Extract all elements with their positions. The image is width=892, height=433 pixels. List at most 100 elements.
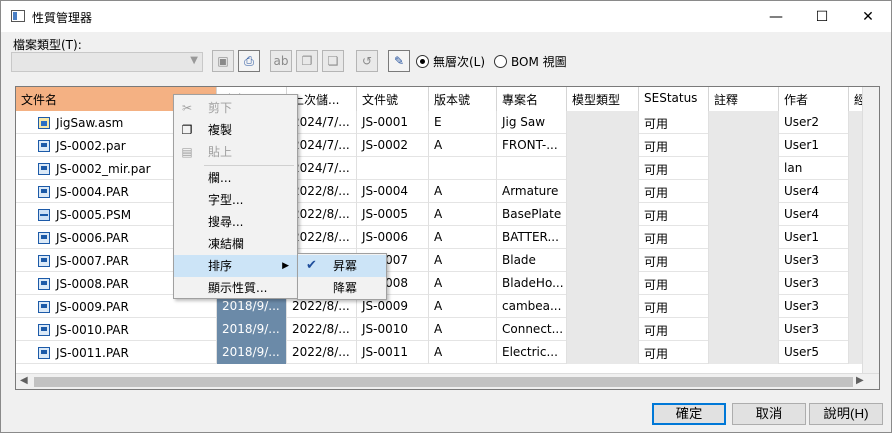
table-row[interactable]: JS-0002.par 2024/7/... JS-0002 A FRONT-... 可用… xyxy=(16,134,879,157)
properties-grid[interactable]: 文件名建立日期上次儲...文件號版本號專案名模型類型SEStatus註釋作者經 … xyxy=(15,86,880,390)
table-cell[interactable]: 可用 xyxy=(639,157,709,180)
table-row[interactable]: JS-0002_mir.par 2024/7/... 可用 lan xyxy=(16,157,879,180)
table-cell[interactable]: User4 xyxy=(779,180,849,203)
table-cell[interactable] xyxy=(709,180,779,203)
menu-item-freeze[interactable]: 凍結欄 xyxy=(174,233,297,255)
table-cell[interactable]: 可用 xyxy=(639,226,709,249)
table-cell[interactable] xyxy=(709,341,779,364)
table-cell[interactable]: A xyxy=(429,318,497,341)
table-cell[interactable]: User5 xyxy=(779,341,849,364)
table-cell[interactable]: BasePlate xyxy=(497,203,567,226)
table-cell[interactable]: 可用 xyxy=(639,295,709,318)
table-cell[interactable] xyxy=(567,157,639,180)
table-cell[interactable]: 可用 xyxy=(639,272,709,295)
table-cell[interactable]: JS-0010 xyxy=(357,318,429,341)
table-cell[interactable]: A xyxy=(429,226,497,249)
table-cell[interactable]: JS-0011 xyxy=(357,341,429,364)
table-cell[interactable] xyxy=(567,272,639,295)
table-cell[interactable]: User2 xyxy=(779,111,849,134)
vertical-scrollbar[interactable] xyxy=(862,87,879,373)
table-cell[interactable]: JS-0005 xyxy=(357,203,429,226)
menu-item-ascending[interactable]: ✔ 昇冪 xyxy=(298,255,386,277)
menu-item-search[interactable]: 搜尋... xyxy=(174,211,297,233)
table-cell[interactable]: User3 xyxy=(779,295,849,318)
menu-item-paste[interactable]: ▤ 貼上 xyxy=(174,141,297,163)
table-cell[interactable] xyxy=(567,249,639,272)
table-row[interactable]: JS-0005.PSM 2022/8/... JS-0005 A BasePlate 可用… xyxy=(16,203,879,226)
table-cell[interactable]: Jig Saw xyxy=(497,111,567,134)
table-row[interactable]: JS-0009.PAR 2018/9/... 2022/8/... JS-0009 Ac… xyxy=(16,295,879,318)
table-cell[interactable]: User4 xyxy=(779,203,849,226)
table-cell[interactable]: 2018/9/... xyxy=(217,318,287,341)
file-type-dropdown[interactable]: ▼ xyxy=(11,52,203,72)
menu-item-columns[interactable]: 欄... xyxy=(174,167,297,189)
table-cell[interactable]: JS-0001 xyxy=(357,111,429,134)
table-cell[interactable] xyxy=(567,180,639,203)
table-cell[interactable]: BATTER... xyxy=(497,226,567,249)
table-cell[interactable]: Connect... xyxy=(497,318,567,341)
column-header[interactable]: 作者 xyxy=(779,87,849,111)
table-cell[interactable] xyxy=(709,134,779,157)
table-cell[interactable]: 2022/8/... xyxy=(287,341,357,364)
edit-icon[interactable]: ✎ xyxy=(388,50,410,72)
table-cell[interactable]: 可用 xyxy=(639,180,709,203)
table-cell[interactable]: A xyxy=(429,180,497,203)
table-cell[interactable]: User3 xyxy=(779,318,849,341)
table-cell[interactable]: Blade xyxy=(497,249,567,272)
table-cell[interactable]: 可用 xyxy=(639,318,709,341)
table-cell[interactable] xyxy=(567,111,639,134)
table-cell[interactable]: JS-0002 xyxy=(357,134,429,157)
table-cell[interactable]: A xyxy=(429,203,497,226)
table-cell[interactable]: A xyxy=(429,134,497,157)
cancel-button[interactable]: 取消 xyxy=(732,403,806,425)
rename-icon[interactable]: ab xyxy=(270,50,292,72)
menu-item-cut[interactable]: ✂ 剪下 xyxy=(174,97,297,119)
table-cell[interactable]: 2018/9/... xyxy=(217,341,287,364)
table-cell[interactable] xyxy=(357,157,429,180)
maximize-button[interactable]: ☐ xyxy=(799,1,845,32)
table-cell[interactable]: A xyxy=(429,341,497,364)
table-cell[interactable] xyxy=(567,318,639,341)
table-cell[interactable]: BladeHo... xyxy=(497,272,567,295)
scroll-thumb[interactable] xyxy=(34,377,853,387)
table-row[interactable]: JS-0011.PAR 2018/9/... 2022/8/... JS-0011 A E… xyxy=(16,341,879,364)
column-header[interactable]: SEStatus xyxy=(639,87,709,111)
column-header[interactable]: 專案名 xyxy=(497,87,567,111)
table-cell[interactable]: E xyxy=(429,111,497,134)
table-cell[interactable]: A xyxy=(429,272,497,295)
table-cell[interactable]: User1 xyxy=(779,134,849,157)
menu-item-copy[interactable]: ❐ 複製 xyxy=(174,119,297,141)
table-cell[interactable] xyxy=(567,226,639,249)
table-cell[interactable]: cambea... xyxy=(497,295,567,318)
table-cell[interactable] xyxy=(567,341,639,364)
ok-button[interactable]: 確定 xyxy=(652,403,726,425)
table-cell[interactable]: 可用 xyxy=(639,111,709,134)
table-cell[interactable] xyxy=(709,272,779,295)
table-row[interactable]: JS-0010.PAR 2018/9/... 2022/8/... JS-0010 A C… xyxy=(16,318,879,341)
table-cell[interactable] xyxy=(709,226,779,249)
table-cell[interactable]: 可用 xyxy=(639,341,709,364)
table-cell[interactable] xyxy=(709,318,779,341)
column-header[interactable]: 註釋 xyxy=(709,87,779,111)
column-header[interactable]: 模型類型 xyxy=(567,87,639,111)
table-cell[interactable]: A xyxy=(429,295,497,318)
paste-doc-icon[interactable]: ❏ xyxy=(322,50,344,72)
table-cell[interactable] xyxy=(709,249,779,272)
table-row[interactable]: JigSaw.asm 2024/7/... JS-0001 E Jig Saw 可用 Use… xyxy=(16,111,879,134)
horizontal-scrollbar[interactable]: ◀ ▶ xyxy=(16,373,879,389)
bom-view-radio[interactable]: BOM 視圖 xyxy=(494,53,567,70)
column-header[interactable]: 文件號 xyxy=(357,87,429,111)
table-cell[interactable] xyxy=(709,203,779,226)
table-cell[interactable]: JS-0004 xyxy=(357,180,429,203)
table-cell[interactable]: User1 xyxy=(779,226,849,249)
table-cell[interactable]: User3 xyxy=(779,249,849,272)
menu-item-descending[interactable]: 降冪 xyxy=(298,277,386,299)
table-cell[interactable]: A xyxy=(429,249,497,272)
table-cell[interactable]: Electric... xyxy=(497,341,567,364)
table-cell[interactable] xyxy=(709,157,779,180)
table-row[interactable]: JS-0006.PAR 2022/8/... JS-0006 A BATTER... 可用… xyxy=(16,226,879,249)
table-row[interactable]: JS-0007.PAR2022/8/...JS-0007ABlade可用User… xyxy=(16,249,879,272)
column-header[interactable]: 版本號 xyxy=(429,87,497,111)
table-cell[interactable] xyxy=(567,134,639,157)
save-icon[interactable]: ▣ xyxy=(212,50,234,72)
